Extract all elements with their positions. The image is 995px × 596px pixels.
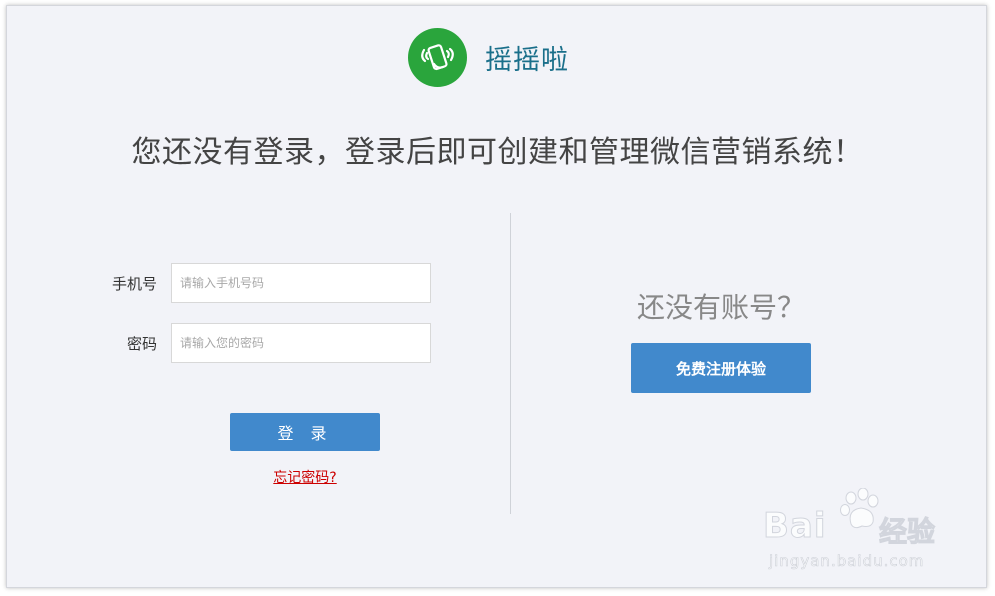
baidu-jingyan-watermark: Bai 经验 jingyan.baidu.com (763, 486, 953, 576)
paw-icon (840, 488, 879, 529)
phone-label: 手机号 (111, 274, 157, 293)
page-title: 您还没有登录，登录后即可创建和管理微信营销系统！ (131, 135, 864, 170)
password-input[interactable] (171, 323, 431, 363)
brand-header: 摇摇啦 (408, 27, 569, 87)
watermark-logo-text: Bai (763, 506, 827, 547)
watermark-url: jingyan.baidu.com (769, 552, 925, 571)
free-register-button[interactable]: 免费注册体验 (631, 343, 811, 393)
phone-row: 手机号 (100, 263, 431, 303)
password-row: 密码 (100, 323, 431, 363)
forgot-password-link[interactable]: 忘记密码? (230, 467, 380, 487)
login-button[interactable]: 登 录 (230, 413, 380, 451)
section-divider (510, 213, 511, 514)
phone-shake-icon (420, 44, 454, 71)
password-label: 密码 (126, 334, 157, 353)
phone-input[interactable] (171, 263, 431, 303)
watermark-logo-text2: 经验 (878, 515, 936, 549)
brand-name: 摇摇啦 (485, 44, 569, 76)
no-account-prompt: 还没有账号？ (636, 291, 805, 324)
login-page: 摇摇啦 您还没有登录，登录后即可创建和管理微信营销系统！ 手机号 密码 登 录 … (6, 5, 987, 588)
brand-logo (408, 27, 467, 87)
